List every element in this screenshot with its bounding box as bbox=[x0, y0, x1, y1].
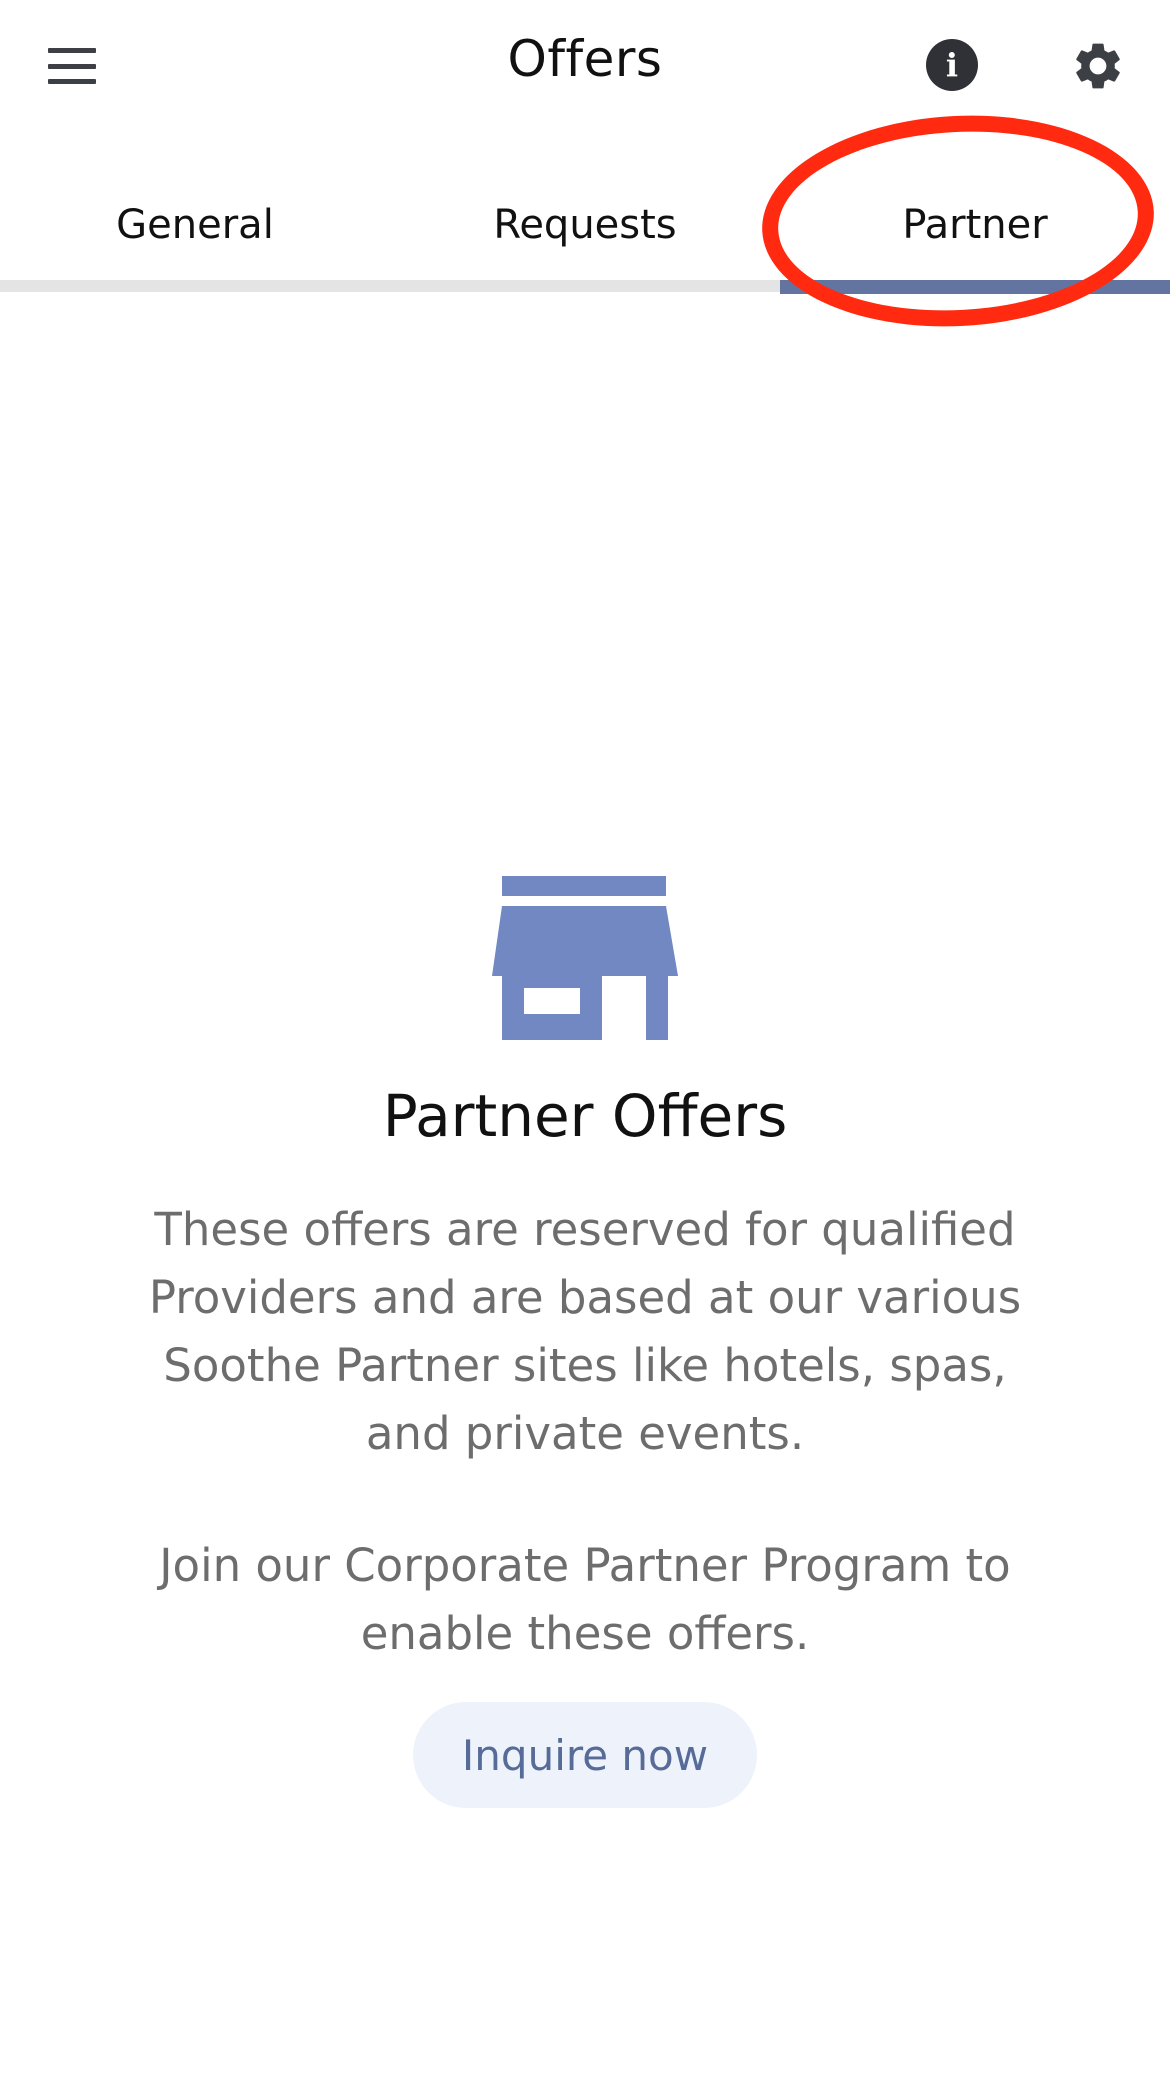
tab-partner[interactable]: Partner bbox=[780, 170, 1170, 280]
empty-state-title: Partner Offers bbox=[382, 1082, 788, 1150]
tab-general[interactable]: General bbox=[0, 170, 390, 280]
empty-state-description: These offers are reserved for qualified … bbox=[148, 1203, 1022, 1460]
app-header: Offers i bbox=[0, 0, 1170, 130]
info-icon[interactable]: i bbox=[926, 39, 978, 91]
tab-bar: General Requests Partner bbox=[0, 170, 1170, 294]
tab-selected-indicator bbox=[780, 280, 1170, 294]
storefront-icon bbox=[492, 876, 678, 1040]
page-title: Offers bbox=[507, 30, 663, 88]
inquire-now-button[interactable]: Inquire now bbox=[413, 1702, 757, 1808]
gear-icon[interactable] bbox=[1070, 38, 1126, 94]
tab-requests[interactable]: Requests bbox=[390, 170, 780, 280]
empty-state-cta-text: Join our Corporate Partner Program to en… bbox=[159, 1539, 1011, 1660]
